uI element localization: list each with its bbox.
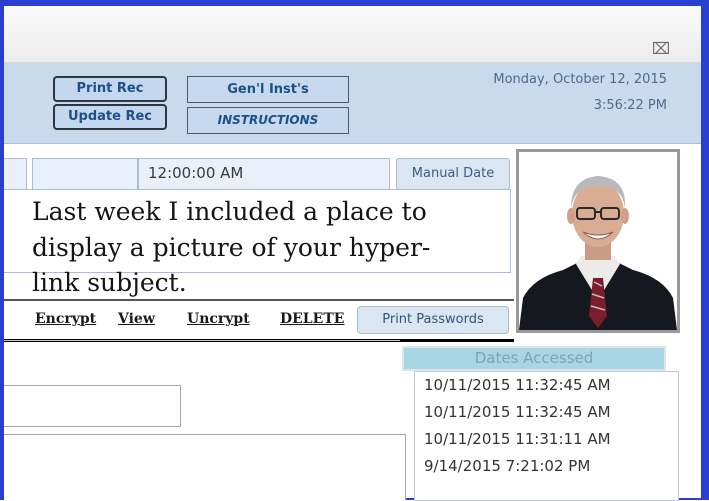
list-item[interactable]: 9/14/2015 7:21:02 PM xyxy=(424,457,590,475)
record-time-value: 12:00:00 AM xyxy=(148,164,244,182)
record-field-left[interactable] xyxy=(4,158,27,190)
print-rec-button[interactable]: Print Rec xyxy=(53,76,167,102)
note-line-1: Last week I included a place to xyxy=(32,197,427,226)
person-portrait-image xyxy=(519,152,677,330)
gen-inst-button[interactable]: Gen'l Inst's xyxy=(187,76,349,103)
encrypt-link[interactable]: Encrypt xyxy=(35,311,96,327)
list-item[interactable]: 10/11/2015 11:32:45 AM xyxy=(424,376,611,394)
list-item[interactable]: 10/11/2015 11:32:45 AM xyxy=(424,403,611,421)
view-link[interactable]: View xyxy=(118,311,155,327)
uncrypt-link[interactable]: Uncrypt xyxy=(187,311,250,327)
current-date: Monday, October 12, 2015 xyxy=(493,72,667,87)
entry-field[interactable] xyxy=(4,385,181,427)
list-item[interactable]: 10/11/2015 11:31:11 AM xyxy=(424,430,611,448)
divider xyxy=(4,340,400,341)
note-line-3: link subject. xyxy=(32,268,187,297)
delete-link[interactable]: DELETE xyxy=(280,311,344,327)
dates-accessed-header: Dates Accessed xyxy=(402,346,666,371)
record-date-field[interactable] xyxy=(32,158,138,190)
close-icon[interactable]: ⌧ xyxy=(650,40,672,58)
current-time: 3:56:22 PM xyxy=(593,98,667,113)
header-panel: Print Rec Update Rec Gen'l Inst's INSTRU… xyxy=(4,63,701,144)
manual-date-button[interactable]: Manual Date xyxy=(396,158,510,190)
instructions-button[interactable]: INSTRUCTIONS xyxy=(187,107,349,134)
print-passwords-button[interactable]: Print Passwords xyxy=(357,306,509,334)
title-bar: ⌧ xyxy=(4,6,701,63)
update-rec-button[interactable]: Update Rec xyxy=(53,104,167,130)
notes-area[interactable] xyxy=(4,434,406,500)
note-line-2: display a picture of your hyper- xyxy=(32,233,431,262)
dates-accessed-list[interactable]: 10/11/2015 11:32:45 AM 10/11/2015 11:32:… xyxy=(414,371,679,501)
subject-photo xyxy=(516,149,680,333)
